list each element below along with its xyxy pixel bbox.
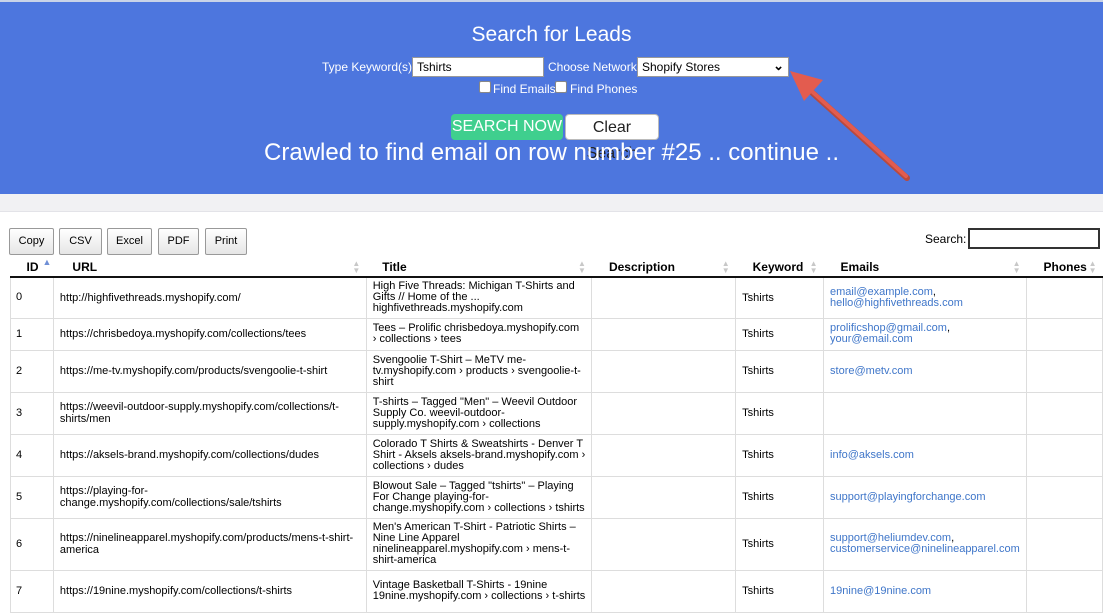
cell-phones: [1026, 569, 1103, 613]
col-header-id[interactable]: ID ▲: [10, 257, 54, 278]
sort-icon: ▲ ▼: [1012, 259, 1021, 275]
table-row[interactable]: 2 https://me-tv.myshopify.com/products/sv…: [10, 349, 1103, 393]
table-search-input[interactable]: [968, 228, 1100, 249]
cell-emails: support@playingforchange.com: [823, 475, 1028, 519]
col-header-url[interactable]: URL ▲ ▼: [53, 258, 367, 278]
table-row[interactable]: 6 https://ninelineapparel.myshopify.com/p…: [10, 517, 1103, 571]
cell-id: 4: [10, 433, 54, 477]
email-separator: ,: [946, 322, 951, 334]
cell-url: https://playing-for-change.myshopify.com…: [52, 475, 367, 519]
email-link[interactable]: your@email.com: [830, 333, 913, 345]
cell-emails: store@metv.com: [823, 349, 1028, 393]
col-header-keyword[interactable]: Keyword ▲ ▼: [735, 258, 824, 278]
cell-keyword: Tshirts: [735, 391, 825, 435]
cell-emails: [823, 391, 1028, 435]
cell-description: [591, 276, 737, 319]
cell-url: http://highfivethreads.myshopify.com/: [52, 276, 367, 319]
cell-emails: email@example.com, hello@highfivethreads.…: [823, 276, 1028, 319]
cell-keyword: Tshirts: [735, 475, 825, 519]
cell-url: https://chrisbedoya.myshopify.com/collec…: [52, 317, 367, 351]
sort-icon: ▲ ▼: [809, 259, 818, 275]
cell-phones: [1026, 391, 1103, 435]
cell-title: Men's American T-Shirt - Patriotic Shirt…: [365, 517, 593, 571]
cell-phones: [1026, 349, 1103, 393]
csv-button[interactable]: CSV: [59, 228, 102, 255]
cell-title: Vintage Basketball T-Shirts - 19nine 19n…: [365, 569, 593, 613]
cell-description: [591, 349, 737, 393]
cell-phones: [1026, 475, 1103, 519]
cell-description: [591, 391, 737, 435]
email-link[interactable]: 19nine@19nine.com: [830, 585, 931, 597]
cell-id: 3: [10, 391, 54, 435]
cell-keyword: Tshirts: [735, 276, 825, 319]
cell-title: Svengoolie T-Shirt – MeTV me-tv.myshopif…: [365, 349, 593, 393]
sort-icon: ▲ ▼: [1088, 259, 1097, 275]
cell-phones: [1026, 276, 1103, 319]
table-row[interactable]: 5 https://playing-for-change.myshopify.co…: [10, 475, 1103, 519]
separator-band: [0, 194, 1103, 212]
email-link[interactable]: support@playingforchange.com: [830, 491, 985, 503]
email-link[interactable]: customerservice@ninelineapparel.com: [830, 543, 1020, 555]
sort-icon: ▲ ▼: [578, 259, 586, 275]
cell-title: Colorado T Shirts & Sweatshirts - Denver…: [365, 433, 593, 477]
col-header-title[interactable]: Title ▲ ▼: [366, 258, 592, 278]
email-link[interactable]: info@aksels.com: [830, 449, 914, 461]
cell-phones: [1026, 433, 1103, 477]
sort-icon: ▲ ▼: [721, 259, 730, 275]
cell-id: 7: [10, 569, 54, 613]
cell-description: [591, 317, 737, 351]
cell-url: https://aksels-brand.myshopify.com/colle…: [52, 433, 367, 477]
cell-emails: prolificshop@gmail.com, your@email.com: [823, 317, 1028, 351]
table-row[interactable]: 0 http://highfivethreads.myshopify.com/Hi…: [10, 276, 1103, 319]
copy-button[interactable]: Copy: [9, 228, 54, 255]
cell-keyword: Tshirts: [735, 317, 825, 351]
cell-phones: [1026, 317, 1103, 351]
table-search-label: Search:: [925, 232, 967, 246]
excel-button[interactable]: Excel: [107, 228, 152, 255]
cell-emails: support@heliumdev.com, customerservice@ni…: [823, 517, 1028, 571]
cell-keyword: Tshirts: [735, 569, 825, 613]
sort-icon: ▲ ▼: [352, 259, 361, 275]
col-header-phones[interactable]: Phones ▲ ▼: [1026, 258, 1103, 278]
email-link[interactable]: hello@highfivethreads.com: [830, 297, 963, 309]
cell-description: [591, 569, 737, 613]
col-header-emails[interactable]: Emails ▲ ▼: [823, 258, 1027, 278]
cell-description: [591, 517, 737, 571]
cell-url: https://weevil-outdoor-supply.myshopify.…: [52, 391, 367, 435]
leads-table: ID ▲ URL ▲ ▼ Title ▲ ▼ Description ▲ ▼ Keyword ▲…: [10, 258, 1103, 613]
cell-title: High Five Threads: Michigan T-Shirts and…: [365, 276, 593, 319]
table-header-row: ID ▲ URL ▲ ▼ Title ▲ ▼ Description ▲ ▼ Keyword ▲…: [10, 257, 1103, 278]
cell-id: 0: [10, 276, 54, 319]
cell-url: https://ninelineapparel.myshopify.com/pr…: [52, 517, 367, 571]
sort-asc-icon: ▲: [42, 257, 52, 267]
cell-title: Blowout Sale – Tagged "tshirts" – Playin…: [365, 475, 593, 519]
cell-emails: 19nine@19nine.com: [823, 569, 1028, 613]
table-row[interactable]: 7 https://19nine.myshopify.com/collection…: [10, 569, 1103, 613]
cell-id: 2: [10, 349, 54, 393]
cell-keyword: Tshirts: [735, 349, 825, 393]
cell-emails: info@aksels.com: [823, 433, 1028, 477]
cell-description: [591, 475, 737, 519]
table-row[interactable]: 3 https://weevil-outdoor-supply.myshopify…: [10, 391, 1103, 435]
cell-url: https://me-tv.myshopify.com/products/sve…: [52, 349, 367, 393]
cell-title: Tees – Prolific chrisbedoya.myshopify.co…: [365, 317, 593, 351]
print-button[interactable]: Print: [205, 228, 247, 255]
cell-phones: [1026, 517, 1103, 571]
email-link[interactable]: store@metv.com: [830, 365, 912, 377]
cell-keyword: Tshirts: [735, 433, 825, 477]
cell-url: https://19nine.myshopify.com/collections…: [52, 569, 367, 613]
cell-id: 1: [10, 317, 54, 351]
cell-description: [591, 433, 737, 477]
table-row[interactable]: 1 https://chrisbedoya.myshopify.com/colle…: [10, 317, 1103, 351]
col-header-description[interactable]: Description ▲ ▼: [591, 258, 736, 278]
pdf-button[interactable]: PDF: [158, 228, 199, 255]
cell-title: T-shirts – Tagged "Men" – Weevil Outdoor…: [365, 391, 593, 435]
cell-keyword: Tshirts: [735, 517, 825, 571]
cell-id: 5: [10, 475, 54, 519]
cell-id: 6: [10, 517, 54, 571]
table-row[interactable]: 4 https://aksels-brand.myshopify.com/coll…: [10, 433, 1103, 477]
